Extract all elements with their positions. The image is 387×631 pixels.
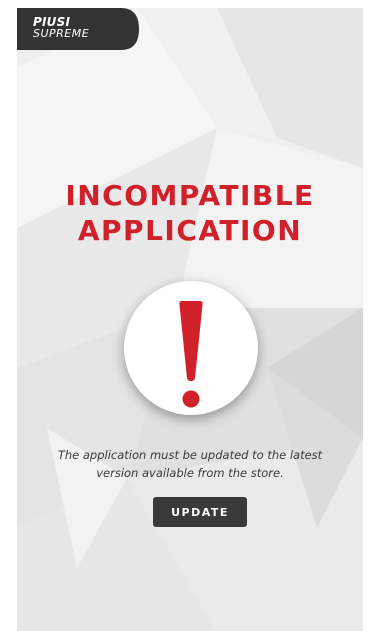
alert-badge: [124, 281, 258, 415]
app-screen: PIUSI SUPREME INCOMPATIBLE APPLICATION T…: [17, 8, 363, 631]
update-button[interactable]: UPDATE: [153, 497, 247, 527]
title-line-2: APPLICATION: [77, 214, 303, 247]
page-title: INCOMPATIBLE APPLICATION: [17, 178, 363, 248]
title-line-1: INCOMPATIBLE: [65, 179, 315, 212]
piusi-supreme-logo: PIUSI SUPREME: [33, 16, 89, 40]
logo-product: SUPREME: [33, 27, 90, 40]
top-bar: PIUSI SUPREME: [17, 8, 363, 50]
update-message: The application must be updated to the l…: [57, 448, 323, 480]
exclamation-icon: [179, 301, 203, 408]
